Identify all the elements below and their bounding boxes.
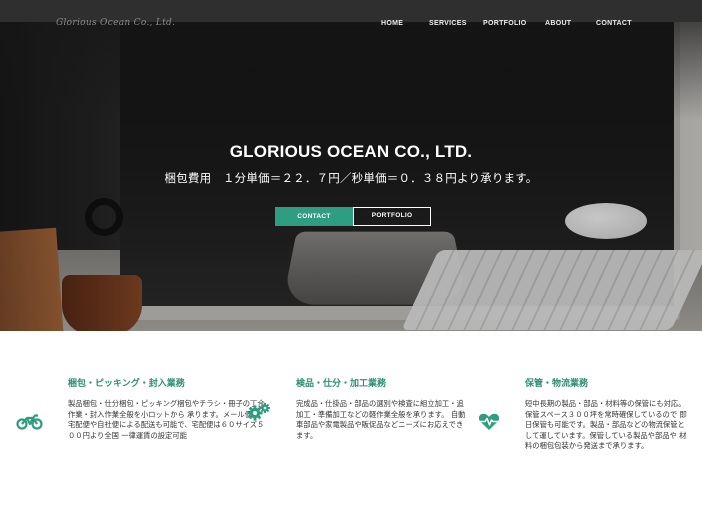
hero-subtitle: 梱包費用 １分単価＝２２．７円／秒単価＝０．３８円より承ります。 [164, 171, 538, 185]
contact-button[interactable]: CONTACT [275, 207, 353, 226]
gears-icon [247, 403, 270, 421]
service-title-inspection: 検品・仕分・加工業務 [296, 379, 387, 389]
service-text-inspection: 完成品・仕掛品・部品の選別や検査に組立加工・追加工・準備加工などの軽作業全般を承… [296, 399, 466, 440]
service-text-packing: 製品梱包・仕分梱包・ピッキング梱包やチラシ・冊子の丁合作業・封入作業全般を小ロッ… [68, 399, 265, 440]
nav-about-link[interactable]: ABOUT [545, 20, 571, 27]
portfolio-button[interactable]: PORTFOLIO [353, 207, 431, 226]
nav-portfolio-link[interactable]: PORTFOLIO [483, 20, 527, 27]
main-nav: HOME SERVICES PORTFOLIO ABOUT CONTACT [0, 20, 702, 30]
service-text-storage: 短中長期の製品・部品・材料等の保管にも対応。保管スペース３００坪を常時確保してい… [525, 399, 687, 451]
service-title-storage: 保管・物流業務 [525, 379, 589, 389]
nav-home-link[interactable]: HOME [381, 20, 403, 27]
motorcycle-icon [16, 414, 43, 430]
heartbeat-icon [478, 413, 500, 430]
nav-contact-link[interactable]: CONTACT [596, 20, 632, 27]
hero-title: GLORIOUS OCEAN CO., LTD. [229, 142, 473, 161]
service-title-packing: 梱包・ピッキング・封入業務 [68, 379, 185, 389]
hero-background [0, 0, 702, 331]
nav-services-link[interactable]: SERVICES [429, 20, 467, 27]
